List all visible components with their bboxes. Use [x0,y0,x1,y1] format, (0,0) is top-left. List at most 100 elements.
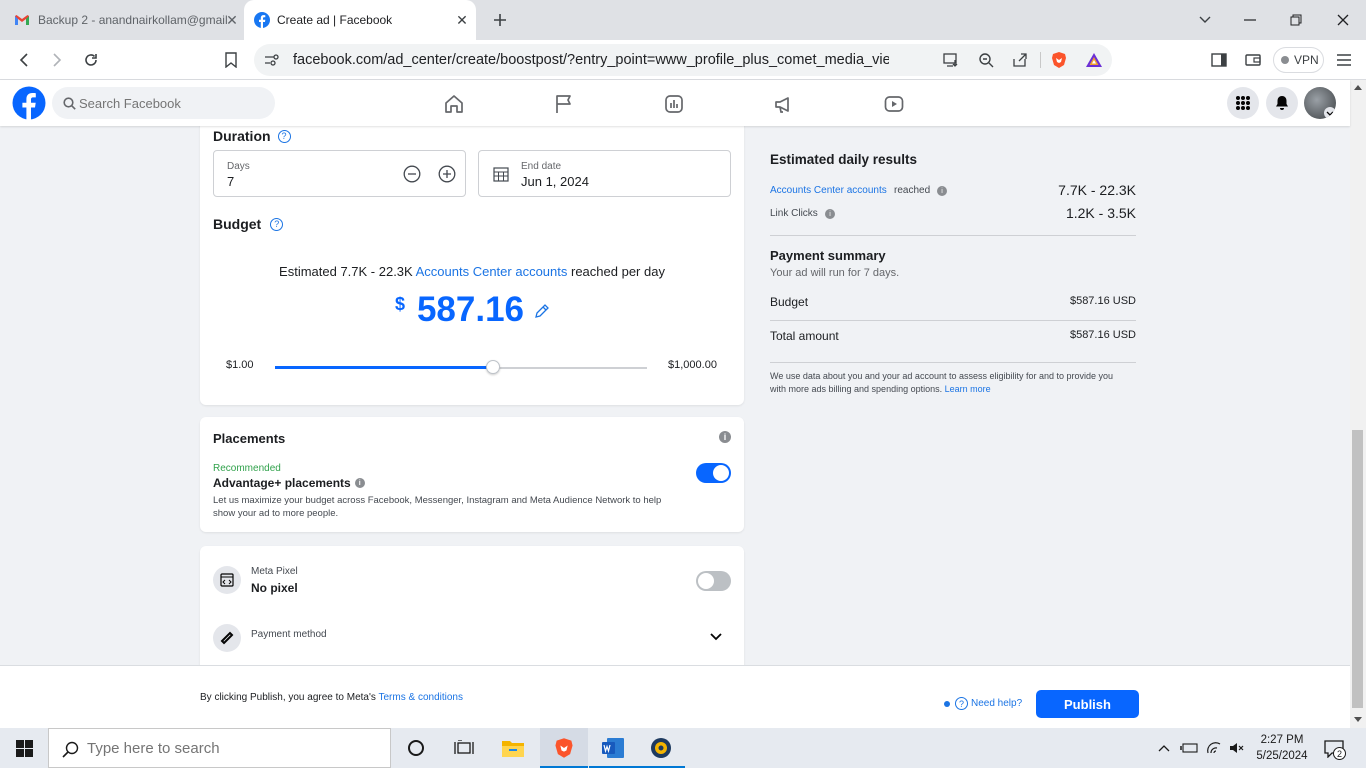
tab-search-chevron-icon[interactable] [1195,10,1215,30]
budget-summary-row: Budget $587.16 USD [770,295,1136,311]
scroll-down-icon[interactable] [1354,717,1362,722]
budget-slider[interactable] [275,360,647,374]
results-title: Estimated daily results [770,152,918,167]
help-icon[interactable]: ? [277,129,291,143]
facebook-search[interactable] [52,87,275,119]
ads-megaphone-icon[interactable] [772,92,796,116]
clock[interactable]: 2:27 PM 5/25/2024 [1250,732,1314,764]
network-icon[interactable] [1205,740,1223,756]
tab-create-ad[interactable]: Create ad | Facebook ✕ [244,0,476,40]
avatar[interactable] [1304,87,1336,119]
pages-flag-icon[interactable] [552,92,576,116]
brave-rewards-icon[interactable] [1085,52,1103,68]
duration-title: Duration ? [213,128,291,144]
reach-link[interactable]: Accounts Center accounts [770,185,887,196]
cortana-icon[interactable] [392,728,440,768]
budget-amount-value[interactable]: 587.16 [417,292,524,328]
help-icon[interactable]: ? [270,217,284,231]
accounts-center-link[interactable]: Accounts Center accounts [416,264,568,279]
toggle-knob [698,573,714,589]
notifications-button[interactable] [1266,87,1298,119]
wallet-icon[interactable] [1243,50,1263,70]
advantage-placements-title: Advantage+ placements i [213,476,365,490]
end-date-value: Jun 1, 2024 [521,174,589,189]
budget-summary-value: $587.16 USD [1069,295,1136,307]
word-icon[interactable] [589,728,637,768]
restore-icon[interactable] [1286,10,1306,30]
bookmark-icon[interactable] [221,50,241,70]
budget-title: Budget ? [213,216,284,232]
taskbar-search[interactable] [48,728,391,768]
budget-amount[interactable]: $ 587.16 [200,292,744,328]
taskbar-search-input[interactable] [87,729,377,767]
placements-toggle[interactable] [696,463,731,483]
minus-circle-icon[interactable] [403,165,421,183]
chevron-down-icon[interactable] [709,632,723,642]
need-help-link[interactable]: ? Need help? [955,697,1022,710]
file-explorer-icon[interactable] [489,728,537,768]
site-settings-icon[interactable] [264,52,280,68]
publish-button[interactable]: Publish [1036,690,1139,718]
home-icon[interactable] [442,92,466,116]
pixel-payment-card: Meta Pixel No pixel Payment method [200,546,744,666]
info-icon[interactable]: i [825,209,835,219]
menu-icon[interactable] [1334,50,1354,70]
slider-max-label: $1,000.00 [668,359,717,371]
days-label: Days [227,161,250,172]
scroll-up-icon[interactable] [1354,85,1362,90]
slider-handle[interactable] [485,360,500,374]
battery-icon[interactable] [1180,740,1198,756]
share-icon[interactable] [1011,52,1029,68]
terms-link[interactable]: Terms & conditions [379,692,463,703]
media-app-icon[interactable] [637,728,685,768]
days-value[interactable]: 7 [227,174,234,189]
volume-muted-icon[interactable] [1228,740,1246,756]
info-icon[interactable]: i [719,431,731,443]
close-window-icon[interactable] [1333,10,1353,30]
video-icon[interactable] [882,92,906,116]
main-content: Duration ? Days 7 End date Jun 1, 2024 B… [0,126,1350,666]
facebook-logo-icon[interactable] [12,86,46,120]
install-app-icon[interactable] [942,52,960,68]
task-view-icon[interactable] [440,728,488,768]
address-bar[interactable]: facebook.com/ad_center/create/boostpost/… [254,44,1112,76]
info-icon[interactable]: i [937,186,947,196]
reload-icon[interactable] [81,50,101,70]
vpn-button[interactable]: VPN [1273,47,1324,73]
end-date-field[interactable]: End date Jun 1, 2024 [478,150,731,197]
search-input[interactable] [79,87,264,119]
sidebar-toggle-icon[interactable] [1209,50,1229,70]
zoom-icon[interactable] [977,52,995,68]
close-tab-icon[interactable]: ✕ [224,12,240,28]
browser-toolbar: facebook.com/ad_center/create/boostpost/… [0,40,1366,80]
pixel-toggle[interactable] [696,571,731,591]
learn-more-link[interactable]: Learn more [945,384,991,394]
scroll-thumb[interactable] [1352,430,1363,708]
toggle-knob [713,465,729,481]
url-text[interactable]: facebook.com/ad_center/create/boostpost/… [293,52,889,68]
chevron-up-icon[interactable] [1156,740,1172,756]
info-icon[interactable]: i [354,478,365,488]
vpn-label: VPN [1294,53,1319,67]
new-tab-icon[interactable] [490,10,510,30]
days-field[interactable]: Days 7 [213,150,466,197]
taskbar: 2:27 PM 5/25/2024 2 [0,728,1366,768]
card-icon [213,624,241,652]
back-icon[interactable] [14,50,34,70]
menu-grid-button[interactable] [1227,87,1259,119]
tab-gmail-backup[interactable]: Backup 2 - anandnairkollam@gmail.c [0,0,244,40]
divider [770,362,1136,363]
insights-icon[interactable] [662,92,686,116]
windows-start-icon[interactable] [0,728,48,768]
budget-estimate: Estimated 7.7K - 22.3K Accounts Center a… [200,264,744,279]
forward-icon[interactable] [47,50,67,70]
plus-circle-icon[interactable] [438,165,456,183]
notifications-icon[interactable]: 2 [1322,738,1346,760]
pencil-icon[interactable] [534,304,549,319]
brave-shields-icon[interactable] [1050,51,1068,69]
minimize-icon[interactable] [1240,10,1260,30]
terms-text: By clicking Publish, you agree to Meta's… [200,692,463,703]
brave-browser-icon[interactable] [540,728,588,768]
close-tab-icon[interactable]: ✕ [454,12,470,28]
payment-summary-title: Payment summary [770,248,886,263]
